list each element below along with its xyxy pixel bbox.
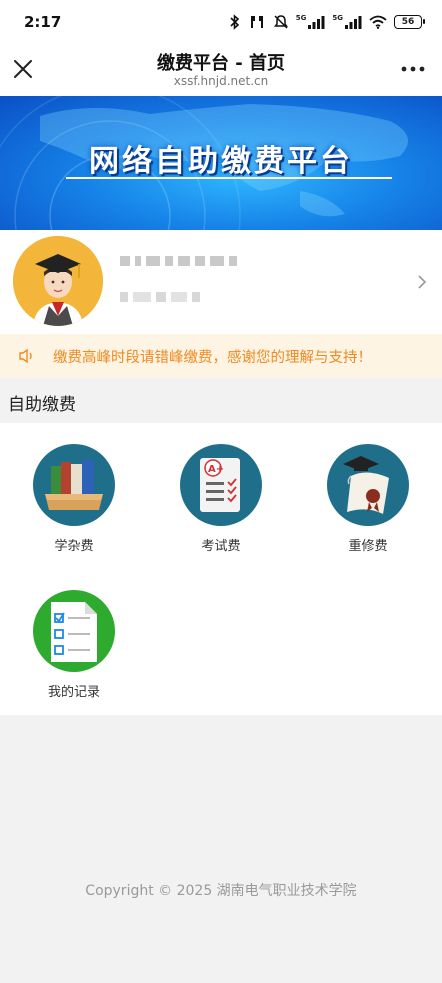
services-grid: 学杂费 A+ 考试费 重修费 我的记录 [0, 423, 442, 715]
bluetooth-icon [230, 14, 239, 30]
books-icon [33, 444, 115, 526]
service-tuition[interactable]: 学杂费 [14, 444, 134, 554]
service-label: 学杂费 [54, 539, 94, 554]
notice-text: 缴费高峰时段请错峰缴费，感谢您的理解与支持！ [53, 349, 372, 366]
earbuds-icon [250, 16, 263, 28]
service-label: 考试费 [201, 539, 241, 554]
graduate-avatar-icon [13, 236, 103, 326]
user-id-redacted [120, 292, 200, 302]
diploma-icon [327, 444, 409, 526]
section-title: 自助缴费 [8, 395, 76, 415]
avatar [13, 236, 103, 326]
service-retake-fee[interactable]: 重修费 [308, 444, 428, 554]
service-my-records[interactable]: 我的记录 [14, 590, 134, 700]
user-profile-card[interactable] [0, 230, 442, 334]
exam-paper-icon: A+ [180, 444, 262, 526]
speaker-icon [19, 348, 32, 364]
service-label: 重修费 [348, 539, 388, 554]
mute-bell-icon [273, 15, 288, 29]
chevron-right-icon [418, 275, 427, 289]
banner-title: 网络自助缴费平台 [89, 144, 353, 179]
notice-bar: 缴费高峰时段请错峰缴费，感谢您的理解与支持！ [0, 334, 442, 378]
nav-bar: 缴费平台 - 首页 xssf.hnjd.net.cn [0, 44, 442, 96]
page-title: 缴费平台 - 首页 [156, 53, 285, 74]
battery-icon: 56 [394, 15, 425, 29]
svg-text:A+: A+ [208, 464, 224, 475]
service-exam-fee[interactable]: A+ 考试费 [161, 444, 281, 554]
signal-label-1: 5G [295, 14, 307, 22]
signal-icon [308, 16, 325, 29]
footer-copyright: Copyright © 2025 湖南电气职业技术学院 [85, 883, 357, 899]
signal-icon-2 [345, 16, 362, 29]
status-bar: 2:17 5G 5G 56 [0, 0, 442, 44]
status-time: 2:17 [24, 13, 62, 31]
more-icon[interactable] [400, 60, 426, 78]
service-label: 我的记录 [47, 685, 100, 700]
checklist-icon [33, 590, 115, 672]
status-icons: 5G 5G 56 [229, 14, 425, 30]
banner: 网络自助缴费平台 [0, 96, 442, 230]
signal-label-2: 5G [332, 14, 343, 22]
user-name-redacted [120, 256, 237, 266]
page-url: xssf.hnjd.net.cn [173, 74, 269, 88]
wifi-icon [369, 15, 387, 29]
